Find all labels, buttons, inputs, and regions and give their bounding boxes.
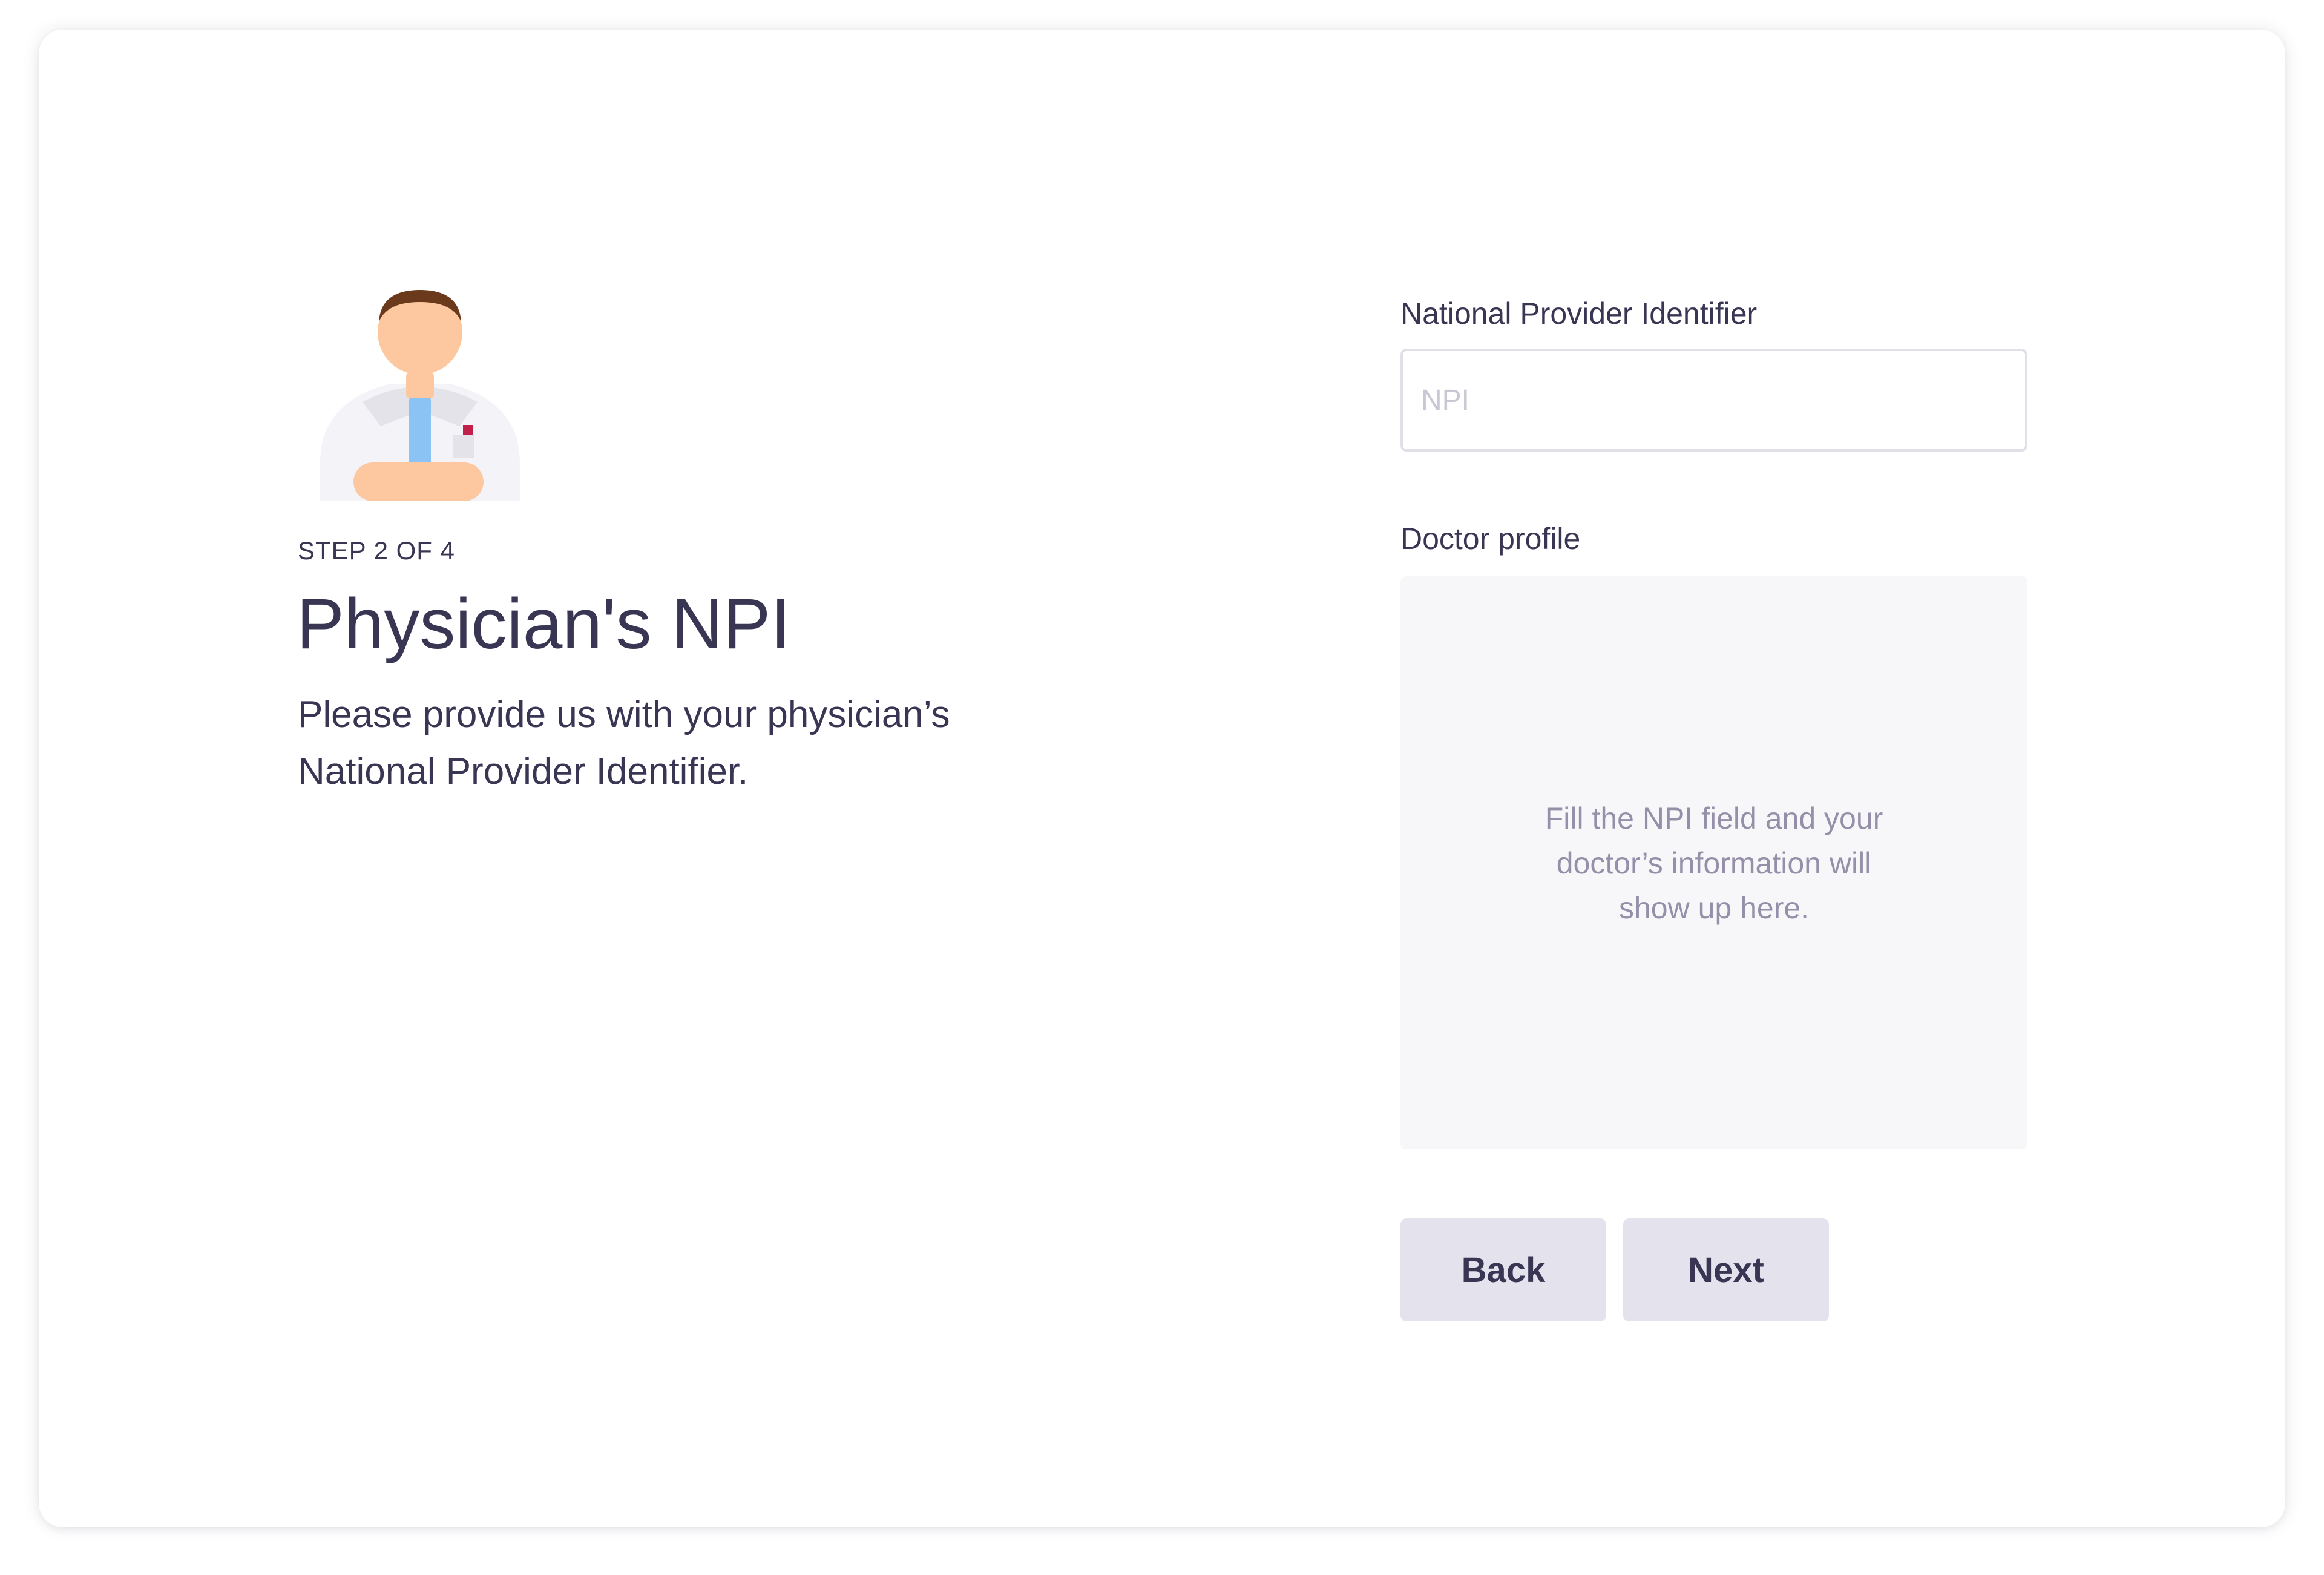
doctor-profile-panel: Fill the NPI field and your doctor’s inf… <box>1400 576 2027 1149</box>
page-description: Please provide us with your physician’s … <box>298 694 950 792</box>
next-button[interactable]: Next <box>1623 1218 1829 1321</box>
doctor-profile-label: Doctor profile <box>1400 522 1581 556</box>
step-indicator: STEP 2 OF 4 <box>298 536 455 565</box>
wizard-card: STEP 2 OF 4 Physician's NPI Please provi… <box>39 30 2285 1527</box>
doctor-icon <box>320 290 520 501</box>
doctor-profile-placeholder: Fill the NPI field and your doctor’s inf… <box>1544 801 1883 925</box>
npi-input[interactable] <box>1400 349 2027 452</box>
page-title: Physician's NPI <box>297 584 791 664</box>
npi-field-label: National Provider Identifier <box>1400 297 1758 330</box>
back-button[interactable]: Back <box>1400 1218 1606 1321</box>
page: STEP 2 OF 4 Physician's NPI Please provi… <box>0 0 2324 1575</box>
